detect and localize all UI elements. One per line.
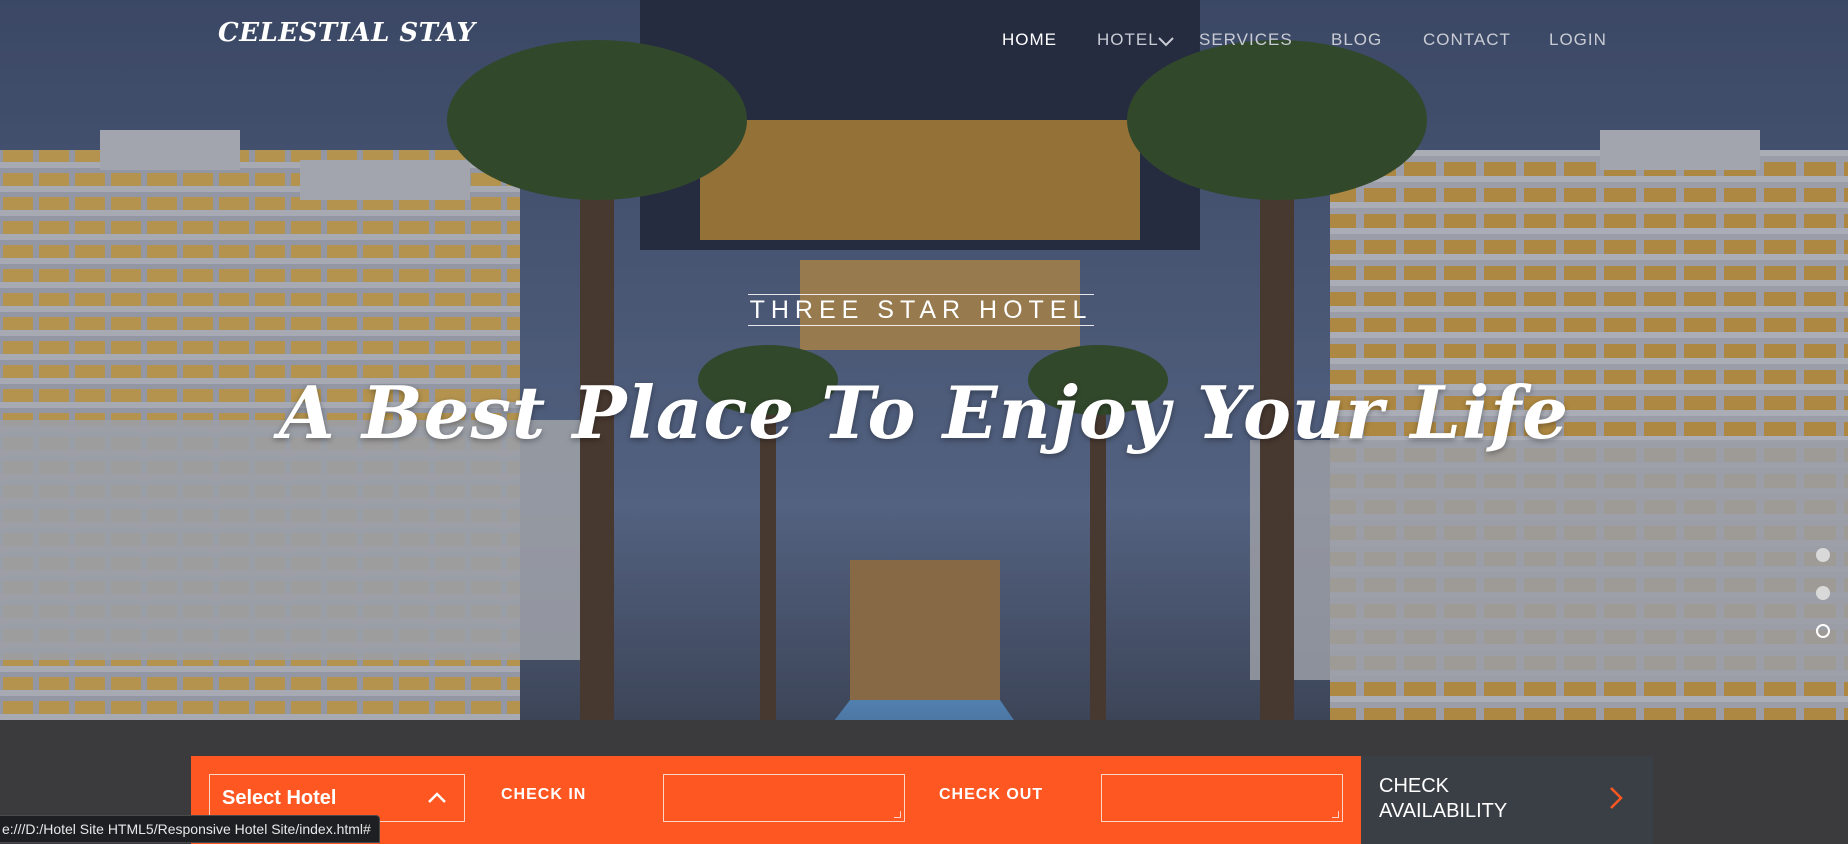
chevron-down-icon[interactable] — [1158, 34, 1174, 52]
hero-headline: A Best Place To Enjoy Your Life — [278, 370, 1570, 455]
check-availability-label: CHECK AVAILABILITY — [1379, 774, 1559, 824]
resize-grip-icon — [1332, 811, 1339, 818]
select-hotel-label: Select Hotel — [222, 787, 337, 809]
nav-item-home[interactable]: HOME — [1002, 30, 1057, 50]
slider-dot-3-active[interactable] — [1816, 624, 1830, 638]
nav-item-hotel[interactable]: HOTEL — [1097, 30, 1159, 50]
nav-item-services[interactable]: SERVICES — [1199, 30, 1293, 50]
check-out-label: CHECK OUT — [939, 786, 1044, 803]
nav-item-login[interactable]: LOGIN — [1549, 30, 1607, 50]
check-in-input[interactable] — [663, 774, 905, 822]
check-availability-button[interactable]: CHECK AVAILABILITY — [1361, 756, 1653, 844]
chevron-right-icon — [1609, 786, 1623, 815]
chevron-up-icon — [428, 791, 446, 809]
check-in-label: CHECK IN — [501, 786, 587, 803]
check-availability-line2: AVAILABILITY — [1379, 800, 1508, 822]
nav-item-contact[interactable]: CONTACT — [1423, 30, 1511, 50]
slider-dot-1[interactable] — [1816, 548, 1830, 562]
booking-bar: Select Hotel CHECK IN CHECK OUT CHECK AV… — [191, 756, 1653, 844]
nav-item-hotel-label: HOTEL — [1097, 30, 1159, 49]
hero-subtitle: THREE STAR HOTEL — [748, 294, 1094, 326]
main-nav: HOME HOTEL SERVICES BLOG CONTACT LOGIN — [0, 30, 1848, 54]
browser-status-url: e:///D:/Hotel Site HTML5/Responsive Hote… — [0, 815, 380, 843]
check-out-input[interactable] — [1101, 774, 1343, 822]
nav-item-blog[interactable]: BLOG — [1331, 30, 1382, 50]
check-availability-line1: CHECK — [1379, 775, 1450, 797]
resize-grip-icon — [894, 811, 901, 818]
slider-dot-2[interactable] — [1816, 586, 1830, 600]
